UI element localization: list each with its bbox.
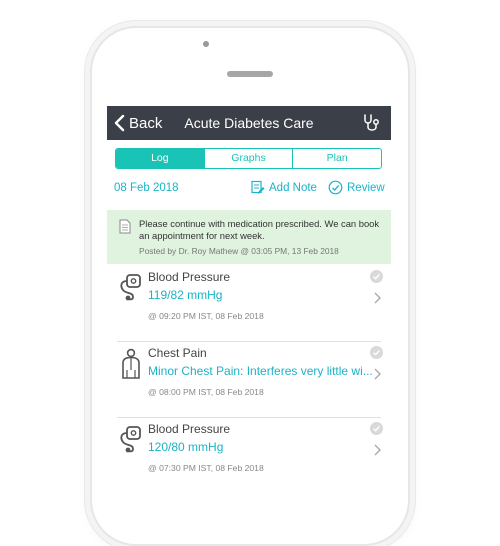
speaker-grille	[227, 71, 273, 77]
review-check-icon[interactable]	[370, 422, 383, 435]
navbar: Back Acute Diabetes Care	[107, 106, 391, 140]
note-meta: Posted by Dr. Roy Mathew @ 03:05 PM, 13 …	[139, 246, 339, 256]
doctor-note[interactable]: Please continue with medication prescrib…	[107, 210, 391, 264]
stethoscope-icon[interactable]	[361, 112, 383, 134]
page-title: Acute Diabetes Care	[184, 115, 314, 131]
chevron-right-icon[interactable]	[373, 368, 381, 380]
review-label: Review	[347, 181, 385, 194]
entry-time: @ 08:00 PM IST, 08 Feb 2018	[148, 387, 264, 397]
blood-pressure-icon	[120, 274, 141, 301]
review-check-icon[interactable]	[370, 346, 383, 359]
note-text: Please continue with medication prescrib…	[139, 218, 380, 241]
list-item[interactable]: Chest Pain Minor Chest Pain: Interferes …	[107, 342, 391, 418]
list-item[interactable]: Blood Pressure 119/82 mmHg @ 09:20 PM IS…	[107, 266, 391, 342]
entry-title: Blood Pressure	[148, 422, 231, 436]
segment-tabs: Log Graphs Plan	[115, 148, 382, 169]
entry-time: @ 07:30 PM IST, 08 Feb 2018	[148, 463, 264, 473]
add-note-icon	[251, 180, 265, 194]
app-screen: Back Acute Diabetes Care Log Graphs Plan…	[107, 106, 391, 500]
tab-plan[interactable]: Plan	[293, 149, 381, 168]
entry-title: Chest Pain	[148, 346, 207, 360]
person-icon	[122, 348, 140, 379]
entry-time: @ 09:20 PM IST, 08 Feb 2018	[148, 311, 264, 321]
tab-log[interactable]: Log	[116, 149, 205, 168]
review-check-icon[interactable]	[370, 270, 383, 283]
date-label[interactable]: 08 Feb 2018	[114, 182, 179, 194]
list-item[interactable]: Blood Pressure 120/80 mmHg @ 07:30 PM IS…	[107, 418, 391, 494]
document-icon	[119, 219, 131, 234]
entry-value: 120/80 mmHg	[148, 440, 224, 454]
entry-value: Minor Chest Pain: Interferes very little…	[148, 364, 373, 378]
entry-title: Blood Pressure	[148, 270, 231, 284]
date-toolbar: 08 Feb 2018 Add Note Review	[114, 180, 385, 198]
entry-value: 119/82 mmHg	[148, 288, 223, 302]
tab-graphs[interactable]: Graphs	[205, 149, 294, 168]
chevron-right-icon[interactable]	[373, 444, 381, 456]
camera-dot	[203, 41, 209, 47]
chevron-right-icon[interactable]	[373, 292, 381, 304]
add-note-button[interactable]: Add Note	[250, 180, 317, 195]
blood-pressure-icon	[120, 426, 141, 453]
check-circle-icon	[328, 180, 343, 195]
add-note-label: Add Note	[269, 181, 317, 194]
review-button[interactable]: Review	[328, 180, 385, 195]
